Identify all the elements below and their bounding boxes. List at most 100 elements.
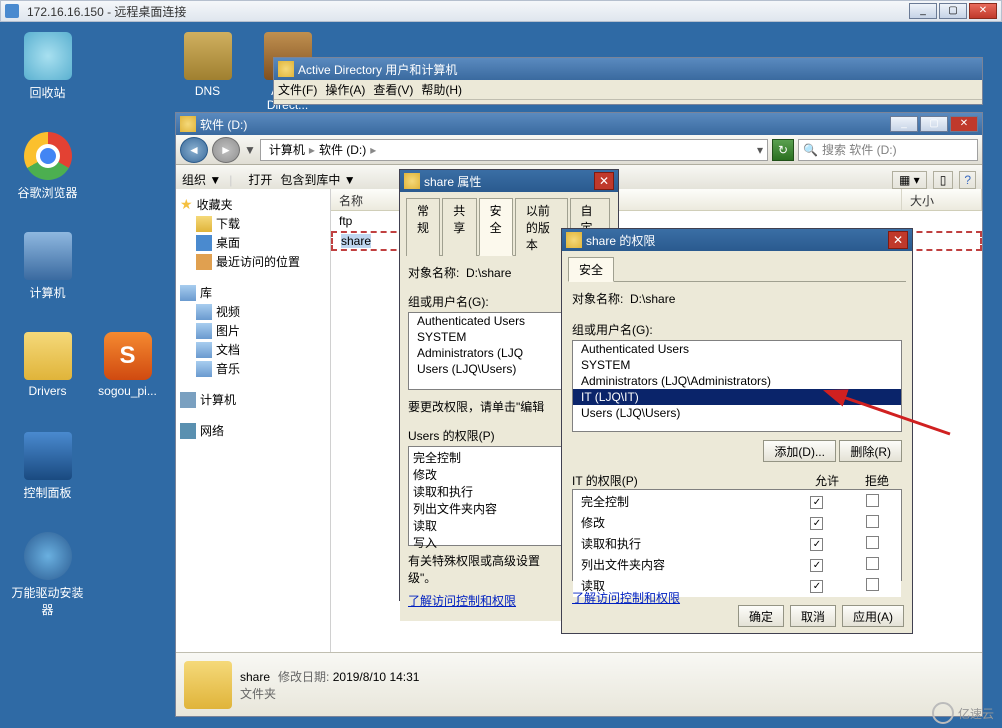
tree-network[interactable]: 网络	[180, 421, 326, 440]
maximize-button[interactable]: ▢	[939, 3, 967, 19]
perm-titlebar[interactable]: share 的权限 ✕	[562, 229, 912, 251]
tree-pictures[interactable]: 图片	[180, 321, 326, 340]
minimize-button[interactable]: _	[909, 3, 937, 19]
allow-checkbox[interactable]: ✓	[810, 559, 823, 572]
ad-menubar[interactable]: 文件(F) 操作(A) 查看(V) 帮助(H)	[274, 80, 982, 100]
explorer-min[interactable]: _	[890, 116, 918, 132]
desktop-computer[interactable]: 计算机	[10, 232, 85, 301]
explorer-titlebar[interactable]: 软件 (D:) _ ▢ ✕	[176, 113, 982, 135]
tree-music[interactable]: 音乐	[180, 359, 326, 378]
perm-group-label: 组或用户名(G):	[572, 319, 653, 340]
breadcrumb[interactable]: 计算机▸ 软件 (D:)▸ ▾	[260, 139, 768, 161]
desktop-drivers[interactable]: Drivers	[10, 332, 85, 398]
perm-row: 修改✓	[575, 513, 899, 532]
tree-video[interactable]: 视频	[180, 302, 326, 321]
prop-link[interactable]: 了解访问控制和权限	[408, 594, 516, 608]
organize-button[interactable]: 组织 ▼	[182, 171, 221, 188]
tab-security[interactable]: 安全	[479, 198, 513, 256]
help-icon[interactable]: ?	[959, 171, 976, 189]
music-icon	[196, 361, 212, 377]
back-button[interactable]: ◄	[180, 137, 208, 163]
menu-action[interactable]: 操作(A)	[325, 81, 365, 98]
deny-checkbox[interactable]	[866, 536, 879, 549]
tree-docs[interactable]: 文档	[180, 340, 326, 359]
refresh-button[interactable]: ↻	[772, 139, 794, 161]
explorer-close[interactable]: ✕	[950, 116, 978, 132]
forward-button[interactable]: ►	[212, 137, 240, 163]
search-input[interactable]: 🔍 搜索 软件 (D:)	[798, 139, 978, 161]
drive-icon	[180, 116, 196, 132]
pane-icon[interactable]: ▯	[933, 171, 954, 189]
status-type: 文件夹	[240, 685, 419, 702]
prop-titlebar[interactable]: share 属性 ✕	[400, 170, 618, 192]
recent-icon	[196, 254, 212, 270]
deny-checkbox[interactable]	[866, 578, 879, 591]
include-button[interactable]: 包含到库中 ▼	[280, 171, 355, 188]
desktop-icon	[196, 235, 212, 251]
rdp-title: 172.16.16.150 - 远程桌面连接	[23, 3, 907, 20]
ad-title: Active Directory 用户和计算机	[298, 61, 978, 78]
allow-checkbox[interactable]: ✓	[810, 496, 823, 509]
tree-favorites[interactable]: ★收藏夹	[180, 195, 326, 214]
perm-user-item[interactable]: SYSTEM	[573, 357, 901, 373]
menu-help[interactable]: 帮助(H)	[421, 81, 462, 98]
prop-obj-value: D:\share	[466, 266, 511, 280]
ad-window[interactable]: Active Directory 用户和计算机 文件(F) 操作(A) 查看(V…	[273, 57, 983, 105]
col-size[interactable]: 大小	[902, 189, 982, 210]
allow-checkbox[interactable]: ✓	[810, 580, 823, 593]
deny-checkbox[interactable]	[866, 515, 879, 528]
crumb-dropdown-icon[interactable]: ▾	[757, 143, 763, 157]
desktop-dns[interactable]: DNS	[170, 32, 245, 98]
watermark: 亿速云	[932, 702, 994, 724]
allow-checkbox[interactable]: ✓	[810, 538, 823, 551]
ad-icon	[278, 61, 294, 77]
star-icon: ★	[180, 196, 193, 213]
share-permissions-dialog[interactable]: share 的权限 ✕ 安全 对象名称: D:\share 组或用户名(G): …	[561, 228, 913, 634]
nav-tree[interactable]: ★收藏夹 下载 桌面 最近访问的位置 库 视频 图片 文档 音乐 计算机 网络	[176, 189, 331, 692]
tree-libraries[interactable]: 库	[180, 283, 326, 302]
desktop-driver-install[interactable]: 万能驱动安装器	[10, 532, 85, 618]
network-icon	[180, 423, 196, 439]
tree-desktop[interactable]: 桌面	[180, 233, 326, 252]
col-deny: 拒绝	[852, 472, 902, 489]
tree-recent[interactable]: 最近访问的位置	[180, 252, 326, 271]
menu-view[interactable]: 查看(V)	[373, 81, 413, 98]
close-button[interactable]: ✕	[969, 3, 997, 19]
ok-button[interactable]: 确定	[738, 605, 784, 627]
deny-checkbox[interactable]	[866, 494, 879, 507]
prop-close[interactable]: ✕	[594, 172, 614, 190]
desktop-chrome[interactable]: 谷歌浏览器	[10, 132, 85, 201]
desktop-cpanel[interactable]: 控制面板	[10, 432, 85, 501]
open-button[interactable]: 打开	[248, 171, 272, 188]
perm-obj-label: 对象名称:	[572, 288, 623, 309]
perm-obj-value: D:\share	[630, 292, 675, 306]
view-icon[interactable]: ▦ ▾	[892, 171, 927, 189]
tab-share[interactable]: 共享	[442, 198, 476, 256]
status-name: share	[240, 670, 270, 684]
tab-prev[interactable]: 以前的版本	[515, 198, 568, 256]
allow-checkbox[interactable]: ✓	[810, 517, 823, 530]
menu-file[interactable]: 文件(F)	[278, 81, 317, 98]
perm-link[interactable]: 了解访问控制和权限	[572, 591, 680, 605]
dropdown-icon[interactable]: ▼	[244, 143, 256, 157]
prop-group-label: 组或用户名(G):	[408, 291, 489, 312]
ad-titlebar[interactable]: Active Directory 用户和计算机	[274, 58, 982, 80]
apply-button[interactable]: 应用(A)	[842, 605, 904, 627]
tab-general[interactable]: 常规	[406, 198, 440, 256]
perm-user-item[interactable]: Authenticated Users	[573, 341, 901, 357]
deny-checkbox[interactable]	[866, 557, 879, 570]
perm-close[interactable]: ✕	[888, 231, 908, 249]
add-button[interactable]: 添加(D)...	[763, 440, 836, 462]
perm-row: 完全控制✓	[575, 492, 899, 511]
tree-downloads[interactable]: 下载	[180, 214, 326, 233]
watermark-logo-icon	[932, 702, 954, 724]
desktop-sogou[interactable]: Ssogou_pi...	[90, 332, 165, 398]
tree-computer[interactable]: 计算机	[180, 390, 326, 409]
explorer-max[interactable]: ▢	[920, 116, 948, 132]
desktop-recycle-bin[interactable]: 回收站	[10, 32, 85, 101]
cancel-button[interactable]: 取消	[790, 605, 836, 627]
desktop[interactable]: 回收站 DNS Active Direct... 谷歌浏览器 计算机 Drive…	[0, 22, 1002, 728]
prop-perm-label: Users 的权限(P)	[408, 425, 495, 446]
perm-table[interactable]: 完全控制✓修改✓读取和执行✓列出文件夹内容✓读取✓	[572, 489, 902, 581]
perm-tab-security[interactable]: 安全	[568, 257, 614, 282]
